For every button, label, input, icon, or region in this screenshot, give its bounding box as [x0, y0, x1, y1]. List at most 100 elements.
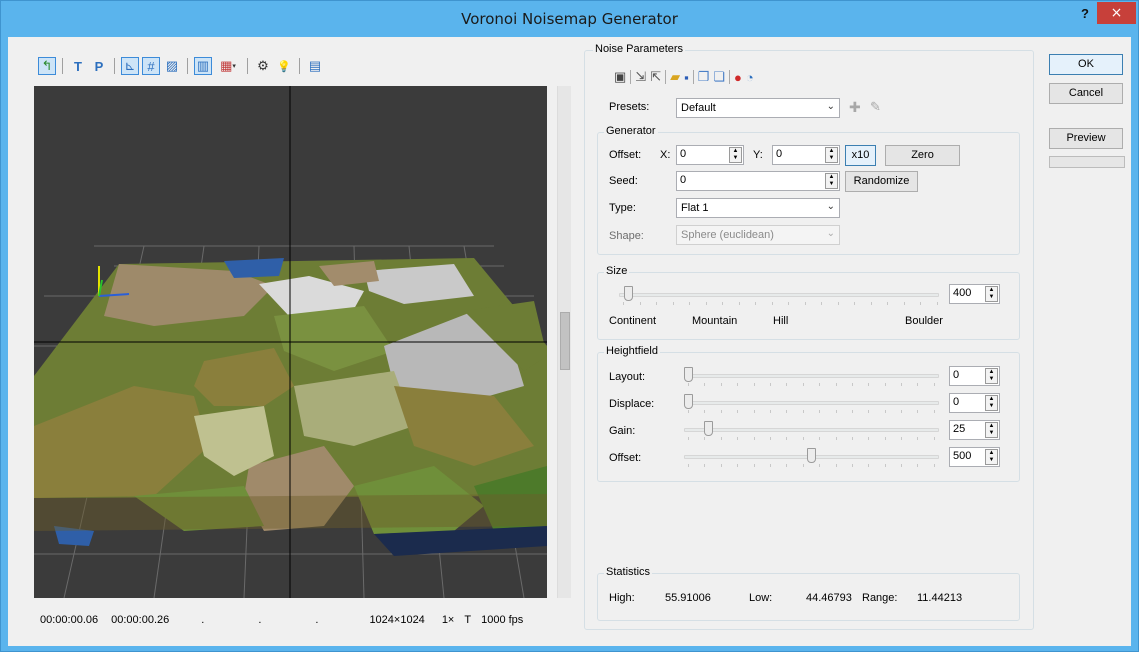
spinner-icon[interactable]: ▲ ▼	[985, 395, 998, 411]
display-icon[interactable]: ▤	[306, 57, 324, 75]
light-icon[interactable]: 💡	[275, 57, 293, 75]
palette-dropdown-icon[interactable]: ▦ ▾	[215, 57, 241, 75]
status-dot: .	[258, 614, 262, 626]
fps-readout: 1000 fps	[481, 614, 524, 626]
toolbar-separator	[187, 58, 188, 74]
size-slider-track[interactable]	[619, 293, 939, 297]
stat-low-label: Low:	[749, 592, 773, 604]
stat-high-label: High:	[609, 592, 635, 604]
zero-button[interactable]: Zero	[885, 145, 960, 166]
seed-field[interactable]: 0 ▲ ▼	[676, 171, 840, 191]
offset-y-value: 0	[776, 148, 783, 160]
p-tool-icon[interactable]: P	[90, 57, 108, 75]
toolbar-separator	[62, 58, 63, 74]
heightfield-slider-track[interactable]	[684, 428, 939, 432]
offset-x-field[interactable]: 0 ▲ ▼	[676, 145, 744, 165]
toolbar-separator	[692, 70, 694, 84]
presets-select[interactable]: Default ⌄	[676, 98, 840, 118]
heightfield-value-field[interactable]: 0 ▲ ▼	[949, 366, 1000, 386]
heightfield-row-label: Gain:	[609, 425, 636, 437]
stat-low-value: 44.46793	[806, 592, 852, 604]
size-mark-mountain: Mountain	[692, 315, 738, 327]
open-folder-icon[interactable]: ▰	[670, 69, 680, 85]
help-button[interactable]: ?	[1074, 6, 1096, 26]
elapsed-time-1: 00:00:00.06	[40, 614, 99, 626]
shape-select[interactable]: Sphere (euclidean) ⌄	[676, 225, 840, 245]
spinner-icon[interactable]: ▲ ▼	[825, 173, 838, 189]
shape-value: Sphere (euclidean)	[681, 229, 774, 241]
heightfield-value-field[interactable]: 500 ▲ ▼	[949, 447, 1000, 467]
zoom-readout: 1×	[441, 614, 455, 626]
spinner-icon[interactable]: ▲ ▼	[985, 422, 998, 438]
status-dot: .	[315, 614, 319, 626]
spinner-icon[interactable]: ▲ ▼	[985, 368, 998, 384]
refresh-icon[interactable]: ◔	[746, 70, 754, 85]
dialog-client: ↰ T P ⊾ # ▨ ▥ ▦ ▾ ⚙ 💡 ▤ 00:00:00.06 00:0…	[8, 37, 1131, 646]
spinner-icon[interactable]: ▲ ▼	[985, 286, 998, 302]
heightfield-value: 0	[953, 369, 960, 381]
heightfield-slider-track[interactable]	[684, 401, 939, 405]
chevron-down-icon: ⌄	[826, 201, 835, 212]
heightfield-slider-thumb[interactable]	[807, 448, 816, 463]
randomize-button[interactable]: Randomize	[845, 171, 918, 192]
paste-icon[interactable]: ❏	[713, 69, 725, 85]
axes-icon[interactable]: ⊾	[121, 57, 139, 75]
terrain-render	[34, 86, 547, 598]
window: Voronoi Noisemap Generator ? × ↰ T P ⊾ #…	[0, 0, 1139, 652]
edit-preset-icon[interactable]: ✎	[870, 99, 881, 115]
heightfield-slider-thumb[interactable]	[684, 367, 693, 382]
close-button[interactable]: ×	[1097, 2, 1136, 24]
save-icon[interactable]: ▪	[684, 70, 689, 85]
spinner-icon[interactable]: ▲ ▼	[825, 147, 838, 163]
heightfield-slider-thumb[interactable]	[684, 394, 693, 409]
generator-title: Generator	[604, 125, 658, 137]
heightfield-value-field[interactable]: 25 ▲ ▼	[949, 420, 1000, 440]
type-select[interactable]: Flat 1 ⌄	[676, 198, 840, 218]
settings-icon[interactable]: ⚙	[254, 57, 272, 75]
export-icon[interactable]: ⇱	[650, 69, 661, 85]
noise-toolbar: ▣ ⇲ ⇱ ▰ ▪ ❐ ❏ ● ◔	[614, 69, 754, 85]
heightfield-slider-thumb[interactable]	[704, 421, 713, 436]
size-group: Size	[597, 265, 1020, 340]
stat-range-label: Range:	[862, 592, 898, 604]
type-label: Type:	[609, 202, 636, 214]
offset-x-value: 0	[680, 148, 687, 160]
size-field[interactable]: 400 ▲ ▼	[949, 284, 1000, 304]
offset-y-field[interactable]: 0 ▲ ▼	[772, 145, 840, 165]
elapsed-time-2: 00:00:00.26	[111, 614, 170, 626]
spinner-icon[interactable]: ▲ ▼	[985, 449, 998, 465]
heightfield-slider-track[interactable]	[684, 374, 939, 378]
heightfield-value-field[interactable]: 0 ▲ ▼	[949, 393, 1000, 413]
spinner-icon[interactable]: ▲ ▼	[729, 147, 742, 163]
grid-icon[interactable]: #	[142, 57, 160, 75]
titlebar[interactable]: Voronoi Noisemap Generator ? ×	[1, 1, 1138, 37]
heightmap-icon[interactable]: ▥	[194, 57, 212, 75]
cube-icon[interactable]: ▣	[614, 69, 626, 85]
preview-button[interactable]: Preview	[1049, 128, 1123, 149]
cancel-button[interactable]: Cancel	[1049, 83, 1123, 104]
text-tool-icon[interactable]: T	[69, 57, 87, 75]
scrollbar-thumb[interactable]	[560, 312, 570, 370]
terrain-icon[interactable]: ▨	[163, 57, 181, 75]
seed-label: Seed:	[609, 175, 638, 187]
add-preset-icon[interactable]: ✚	[849, 99, 861, 116]
presets-label: Presets:	[609, 101, 650, 113]
heightfield-slider-ticks	[688, 464, 935, 467]
ok-button[interactable]: OK	[1049, 54, 1123, 75]
reset-view-icon[interactable]: ↰	[38, 57, 56, 75]
statistics-title: Statistics	[604, 566, 653, 578]
size-slider-ticks	[623, 302, 938, 305]
size-slider-thumb[interactable]	[624, 286, 633, 301]
import-icon[interactable]: ⇲	[635, 69, 646, 85]
x10-toggle[interactable]: x10	[845, 145, 876, 166]
stat-high-value: 55.91006	[665, 592, 711, 604]
heightfield-row-label: Displace:	[609, 398, 655, 410]
chevron-down-icon: ⌄	[826, 228, 835, 239]
viewport-scrollbar[interactable]	[557, 86, 571, 598]
terrain-viewport[interactable]	[34, 86, 547, 598]
copy-icon[interactable]: ❐	[698, 69, 710, 85]
stat-range-value: 11.44213	[917, 592, 963, 604]
heightfield-value: 500	[953, 450, 972, 462]
size-title: Size	[604, 265, 630, 277]
record-icon[interactable]: ●	[734, 70, 742, 85]
